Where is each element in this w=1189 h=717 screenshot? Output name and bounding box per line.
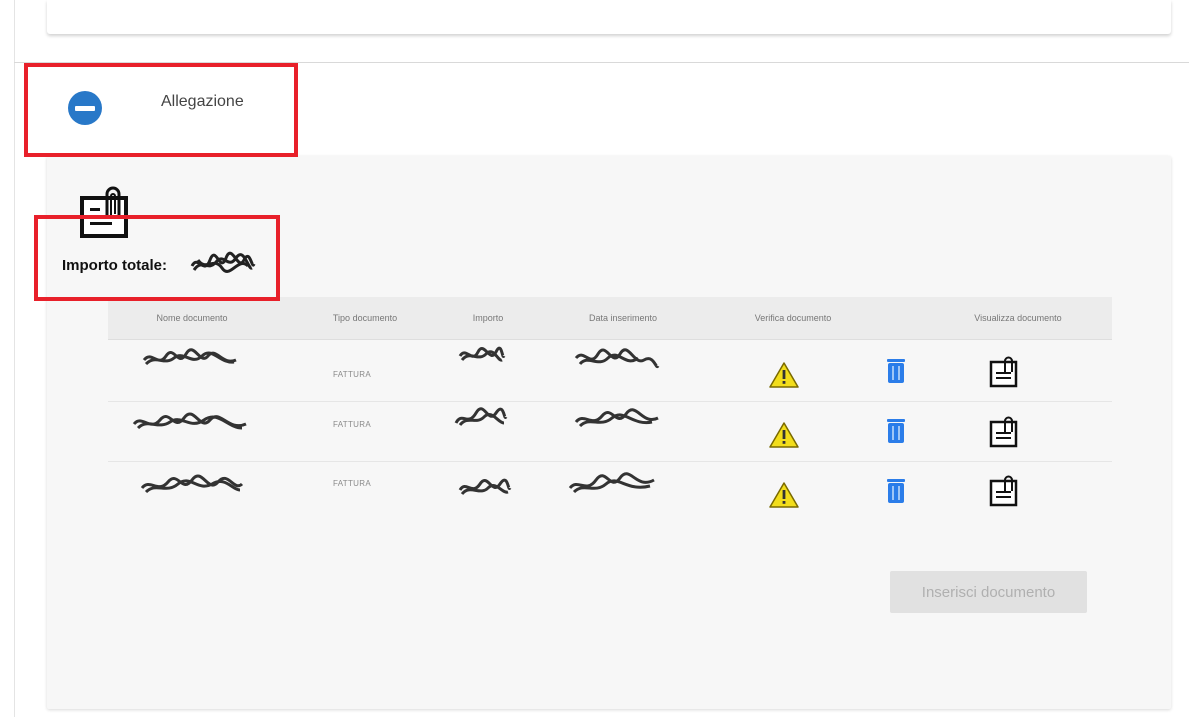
redacted-document-name	[132, 412, 247, 430]
redacted-amount	[458, 346, 506, 362]
redacted-document-name	[142, 348, 237, 366]
trash-icon[interactable]	[886, 478, 906, 504]
view-document-icon[interactable]	[989, 356, 1019, 388]
total-amount-label: Importo totale:	[62, 257, 167, 274]
insert-document-button[interactable]: Inserisci documento	[890, 571, 1087, 613]
documents-table-header: Nome documento Tipo documento Importo Da…	[108, 297, 1112, 340]
redacted-date	[574, 348, 660, 369]
trash-icon[interactable]	[886, 418, 906, 444]
view-document-icon[interactable]	[989, 416, 1019, 448]
document-type: FATTURA	[333, 420, 371, 429]
section-title: Allegazione	[161, 93, 244, 110]
column-header-name: Nome documento	[156, 313, 228, 323]
document-type: FATTURA	[333, 370, 371, 379]
column-header-view: Visualizza documento	[974, 313, 1062, 323]
redacted-date	[568, 472, 655, 494]
redacted-date	[574, 408, 659, 428]
minus-icon	[75, 106, 95, 111]
document-type: FATTURA	[333, 479, 371, 488]
previous-card	[47, 0, 1171, 34]
view-document-icon[interactable]	[989, 475, 1019, 507]
redacted-amount	[458, 478, 512, 496]
trash-icon[interactable]	[886, 358, 906, 384]
redacted-total-amount	[190, 251, 256, 273]
redacted-amount	[454, 407, 508, 427]
warning-icon[interactable]	[768, 421, 800, 449]
column-header-verify: Verifica documento	[754, 313, 832, 323]
warning-icon[interactable]	[768, 481, 800, 509]
warning-icon[interactable]	[768, 361, 800, 389]
row-divider	[108, 401, 1112, 402]
column-header-type: Tipo documento	[332, 313, 398, 323]
section-divider	[14, 62, 1189, 63]
collapse-section-button[interactable]	[68, 91, 102, 125]
redacted-document-name	[140, 474, 244, 494]
column-header-amount: Importo	[472, 313, 504, 323]
column-header-date: Data inserimento	[588, 313, 658, 323]
page-left-border	[14, 0, 15, 717]
attachment-document-icon	[80, 186, 128, 238]
row-divider	[108, 461, 1112, 462]
